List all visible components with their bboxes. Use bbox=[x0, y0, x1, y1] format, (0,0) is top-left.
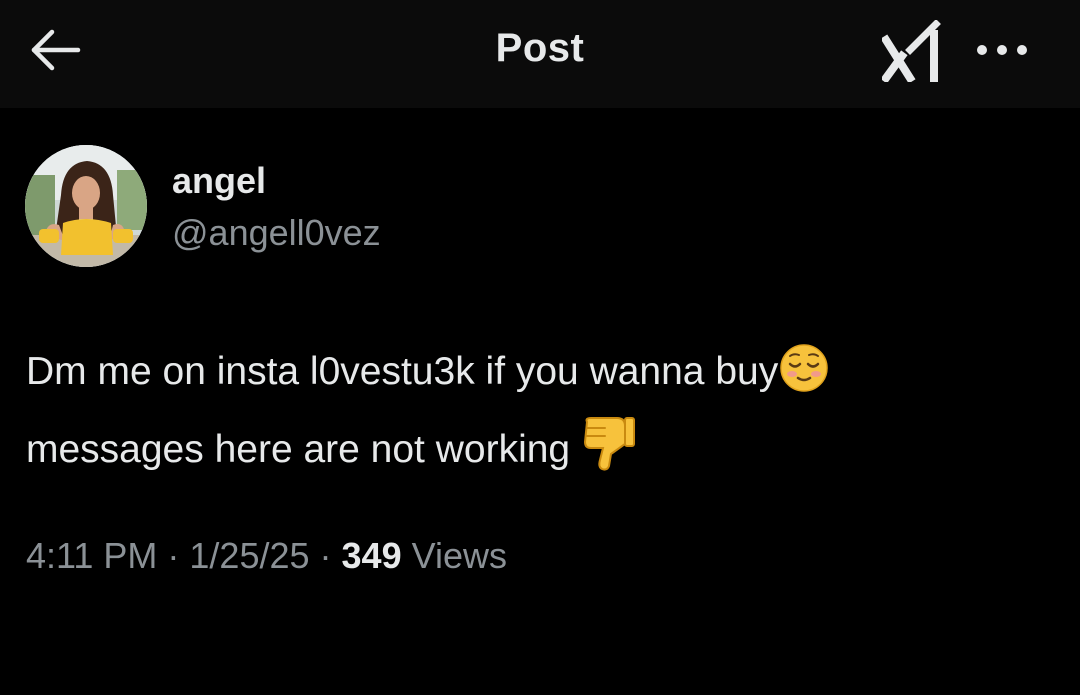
grok-icon bbox=[880, 19, 941, 84]
post-text-line-1: Dm me on insta l0vestu3k if you wanna bu… bbox=[26, 350, 779, 393]
post-text-line-2: messages here are not working bbox=[26, 428, 581, 471]
more-horizontal-icon bbox=[977, 45, 1027, 55]
smiling-face-icon bbox=[778, 342, 830, 414]
author-display-name[interactable]: angel bbox=[172, 160, 266, 202]
avatar[interactable] bbox=[25, 145, 147, 267]
post-metadata: 4:11 PM · 1/25/25 · 349 Views bbox=[26, 535, 507, 577]
views-count[interactable]: 349 bbox=[342, 535, 402, 576]
separator: · bbox=[309, 535, 342, 576]
top-bar: Post bbox=[0, 0, 1080, 108]
more-options-button[interactable] bbox=[972, 32, 1032, 68]
arrow-left-icon bbox=[31, 29, 81, 71]
views-label[interactable]: Views bbox=[402, 535, 507, 576]
post-time[interactable]: 4:11 PM bbox=[26, 535, 157, 576]
thumbs-down-icon bbox=[581, 414, 637, 492]
author-handle[interactable]: @angell0vez bbox=[172, 212, 381, 254]
separator: · bbox=[157, 535, 190, 576]
grok-button[interactable] bbox=[880, 19, 946, 84]
post-date[interactable]: 1/25/25 bbox=[189, 535, 309, 576]
post-text: Dm me on insta l0vestu3k if you wanna bu… bbox=[26, 340, 1046, 492]
back-button[interactable] bbox=[28, 26, 84, 74]
